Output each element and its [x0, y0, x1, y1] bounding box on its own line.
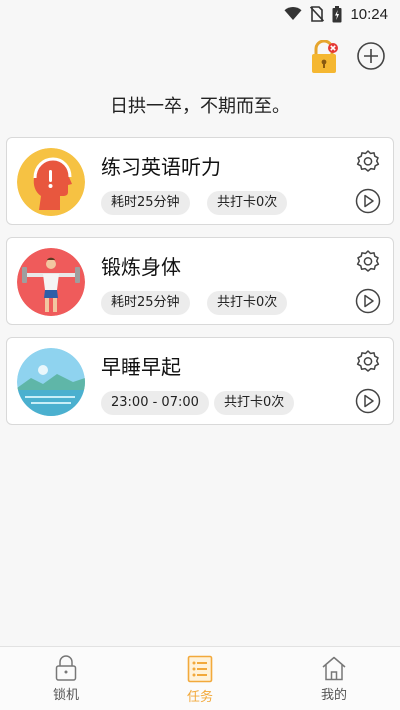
gear-icon[interactable]: [355, 349, 381, 375]
lock-alert-icon[interactable]: [309, 40, 339, 74]
task-title: 早睡早起: [101, 355, 181, 379]
checkin-count-chip: 共打卡0次: [207, 191, 288, 215]
task-card[interactable]: 练习英语听力 耗时25分钟 共打卡0次: [6, 137, 394, 225]
dumbbell-man-avatar: [17, 248, 85, 316]
wifi-icon: [284, 7, 302, 20]
duration-chip: 耗时25分钟: [101, 291, 190, 315]
tab-tasks-label: 任务: [186, 690, 213, 705]
status-bar: 10:24: [0, 0, 400, 28]
checkin-count-chip: 共打卡0次: [214, 391, 295, 415]
time-range-chip: 23:00 - 07:00: [101, 391, 209, 415]
tab-lock[interactable]: 锁机: [26, 653, 106, 707]
task-list-icon: [187, 655, 213, 683]
add-circle-icon[interactable]: [356, 41, 386, 71]
lock-icon: [55, 655, 77, 681]
gear-icon[interactable]: [355, 249, 381, 275]
lake-landscape-avatar: [17, 348, 85, 416]
battery-icon: [332, 5, 342, 22]
tab-mine[interactable]: 我的: [294, 653, 374, 707]
top-toolbar: [0, 36, 400, 76]
play-icon[interactable]: [355, 288, 381, 314]
motto-text: 日拱一卒，不期而至。: [110, 96, 290, 117]
duration-chip: 耗时25分钟: [101, 191, 190, 215]
tab-mine-label: 我的: [320, 688, 347, 703]
play-icon[interactable]: [355, 188, 381, 214]
gear-icon[interactable]: [355, 149, 381, 175]
status-time: 10:24: [350, 5, 388, 23]
task-card[interactable]: 早睡早起 23:00 - 07:00 共打卡0次: [6, 337, 394, 425]
no-sim-icon: [310, 6, 325, 22]
headphones-head-avatar: [17, 148, 85, 216]
bottom-tab-bar: 锁机 任务 我的: [0, 646, 400, 710]
task-title: 练习英语听力: [101, 155, 221, 179]
play-icon[interactable]: [355, 388, 381, 414]
checkin-count-chip: 共打卡0次: [207, 291, 288, 315]
home-icon: [322, 656, 346, 681]
tab-tasks[interactable]: 任务: [160, 653, 240, 707]
task-card[interactable]: 锻炼身体 耗时25分钟 共打卡0次: [6, 237, 394, 325]
tab-lock-label: 锁机: [52, 688, 79, 703]
task-title: 锻炼身体: [101, 255, 181, 279]
